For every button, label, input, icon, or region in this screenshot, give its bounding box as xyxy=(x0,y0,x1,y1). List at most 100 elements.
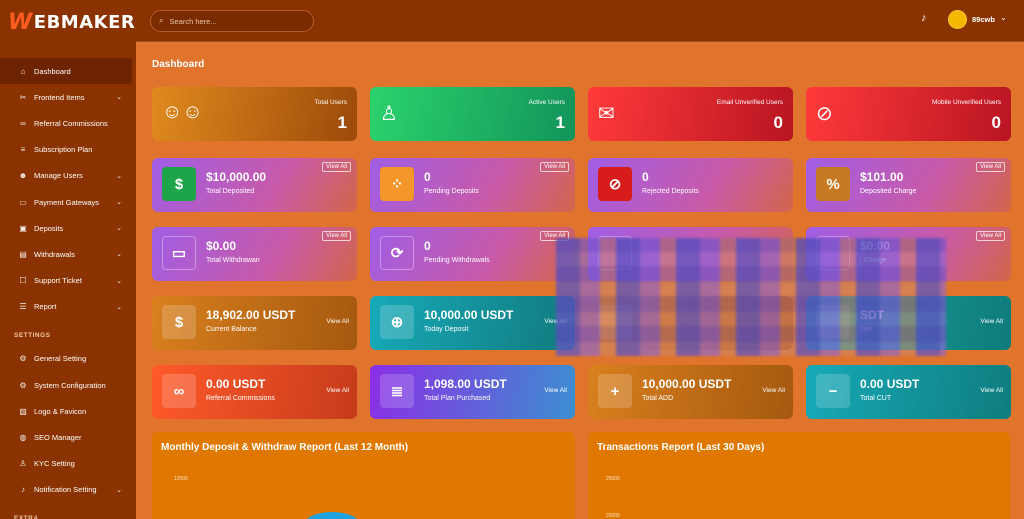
view-all-button[interactable]: View All xyxy=(976,231,1005,241)
sidebar-item-label: Frontend Items xyxy=(34,92,85,102)
view-all-button[interactable]: View All xyxy=(980,387,1003,394)
sidebar-item-label: Payment Gateways xyxy=(34,197,100,207)
stat-card: ∞ 0.00 USDT Referral Commissions View All xyxy=(152,365,357,419)
sidebar-item-general-setting[interactable]: ⚙ General Setting xyxy=(0,346,132,372)
logo-text: EBMAKER xyxy=(33,11,136,33)
y-tick-label: 12000 xyxy=(174,476,188,482)
stat-label: Total Deposited xyxy=(206,188,255,195)
stat-value: 0 xyxy=(642,170,649,184)
brand-logo[interactable]: W EBMAKER xyxy=(0,0,136,44)
search-icon: ⌕ xyxy=(159,16,164,25)
users-group-icon: ☺☺ xyxy=(162,101,203,123)
settings-section-header: SETTINGS xyxy=(14,331,51,339)
monthly-report-title: Monthly Deposit & Withdraw Report (Last … xyxy=(161,442,409,453)
plus-circle-icon: + xyxy=(598,374,632,408)
logo-initial: W xyxy=(8,9,33,35)
bill-icon: ▭ xyxy=(162,236,196,270)
sidebar-item-withdrawals[interactable]: ▤ Withdrawals ⌄ xyxy=(0,241,132,267)
stat-card: +10,000.00 USDT Total ADD View All xyxy=(588,365,793,419)
notification-bell-icon[interactable]: ♪ xyxy=(921,12,927,24)
stat-value: 0.00 USDT xyxy=(206,377,266,391)
stat-label: Total ADD xyxy=(642,395,674,402)
view-all-button[interactable]: View All xyxy=(540,162,569,172)
sidebar-item-label: Manage Users xyxy=(34,171,83,181)
chevron-down-icon: ⌄ xyxy=(116,486,122,494)
view-all-button[interactable]: View All xyxy=(544,387,567,394)
card-icon: ▭ xyxy=(19,197,27,207)
ticket-icon: ☐ xyxy=(19,276,27,286)
view-all-button[interactable]: View All xyxy=(980,318,1003,325)
stat-card: ▭ $0.00 Total Withdrawan View All xyxy=(152,227,357,281)
sidebar-item-logo-favicon[interactable]: ▨ Logo & Favicon xyxy=(0,398,132,424)
chevron-down-icon: ⌄ xyxy=(116,251,122,259)
blurred-region xyxy=(556,238,946,356)
view-all-button[interactable]: View All xyxy=(322,162,351,172)
monthly-report-panel: Monthly Deposit & Withdraw Report (Last … xyxy=(152,432,575,519)
chevron-down-icon: ⌄ xyxy=(116,225,122,233)
sidebar-item-label: Notification Setting xyxy=(34,485,97,495)
sidebar-item-payment-gateways[interactable]: ▭ Payment Gateways ⌄ xyxy=(0,189,132,215)
globe-icon: ◍ xyxy=(19,433,27,443)
sidebar: W EBMAKER ⌂ Dashboard ✂ Frontend Items ⌄ ∞ Ref… xyxy=(0,0,136,519)
sidebar-item-deposits[interactable]: ▣ Deposits ⌄ xyxy=(0,215,132,241)
view-all-button[interactable]: View All xyxy=(762,387,785,394)
image-icon: ▨ xyxy=(19,406,27,416)
sync-icon: ⟳ xyxy=(380,236,414,270)
stat-label: Current Balance xyxy=(206,326,257,333)
stat-label: Active Users xyxy=(528,99,565,106)
chevron-down-icon: ⌄ xyxy=(116,172,122,180)
y-tick-label: 25000 xyxy=(606,476,620,482)
sidebar-item-manage-users[interactable]: ☻ Manage Users ⌄ xyxy=(0,163,132,189)
stat-card: −0.00 USDT Total CUT View All xyxy=(806,365,1011,419)
search-input[interactable]: ⌕ Search here... xyxy=(150,10,314,32)
user-check-icon: ♙ xyxy=(19,459,27,469)
sidebar-item-subscription-plan[interactable]: ≡ Subscription Plan xyxy=(0,137,132,163)
avatar[interactable] xyxy=(948,10,967,29)
sidebar-item-support-ticket[interactable]: ☐ Support Ticket ⌄ xyxy=(0,268,132,294)
stat-card: ⟳ 0 Pending Withdrawals View All xyxy=(370,227,575,281)
sidebar-item-kyc-setting[interactable]: ♙ KYC Setting xyxy=(0,451,132,477)
stat-value: 0 xyxy=(773,113,783,132)
sidebar-item-label: Withdrawals xyxy=(34,249,75,259)
sidebar-item-referral-commissions[interactable]: ∞ Referral Commissions xyxy=(0,110,132,136)
sidebar-item-label: Deposits xyxy=(34,223,64,233)
transactions-report-panel: Transactions Report (Last 30 Days) 25000… xyxy=(588,432,1010,519)
tools-icon: ✂ xyxy=(19,92,27,102)
sidebar-item-system-configuration[interactable]: ⚙ System Configuration xyxy=(0,372,132,398)
sidebar-item-label: Referral Commissions xyxy=(34,118,108,128)
bank-icon: ▤ xyxy=(19,249,27,259)
sidebar-item-frontend-items[interactable]: ✂ Frontend Items ⌄ xyxy=(0,84,132,110)
chevron-down-icon: ⌄ xyxy=(116,277,122,285)
ban-icon: ⊘ xyxy=(598,167,632,201)
view-all-button[interactable]: View All xyxy=(326,318,349,325)
cart-plus-icon: ⊕ xyxy=(380,305,414,339)
sidebar-item-dashboard[interactable]: ⌂ Dashboard xyxy=(0,58,132,85)
sidebar-item-label: System Configuration xyxy=(34,380,106,390)
page-title: Dashboard xyxy=(152,59,205,70)
link-icon: ∞ xyxy=(20,118,26,128)
list-icon: ≣ xyxy=(380,374,414,408)
view-all-button[interactable]: View All xyxy=(322,231,351,241)
username[interactable]: 89cwb xyxy=(972,15,995,24)
user-menu-chevron-icon[interactable]: ⌄ xyxy=(1000,13,1007,22)
stat-label: Rejected Deposits xyxy=(642,188,699,195)
sidebar-item-seo-manager[interactable]: ◍ SEO Manager xyxy=(0,424,132,450)
sidebar-item-report[interactable]: ☰ Report ⌄ xyxy=(0,294,132,320)
stat-label: Today Deposit xyxy=(424,326,469,333)
sidebar-item-label: KYC Setting xyxy=(34,459,75,469)
home-icon: ⌂ xyxy=(20,66,26,76)
view-all-button[interactable]: View All xyxy=(326,387,349,394)
stat-card: ⊘ Mobile Unverified Users 0 xyxy=(806,87,1011,141)
stat-value: 0 xyxy=(424,239,431,253)
stat-value: 0 xyxy=(991,113,1001,132)
stat-label: Total Withdrawan xyxy=(206,257,260,264)
sidebar-item-notification-setting[interactable]: ♪ Notification Setting ⌄ xyxy=(0,477,132,503)
chart-blob xyxy=(302,512,362,519)
stat-value: $0.00 xyxy=(206,239,237,253)
stat-label: Total Users xyxy=(314,99,347,106)
chevron-down-icon: ⌄ xyxy=(116,199,122,207)
topbar: ⌕ Search here... ♪ 89cwb ⌄ xyxy=(136,0,1024,42)
view-all-button[interactable]: View All xyxy=(976,162,1005,172)
wallet-icon: ▣ xyxy=(19,223,27,233)
stat-label: Total Plan Purchased xyxy=(424,395,491,402)
